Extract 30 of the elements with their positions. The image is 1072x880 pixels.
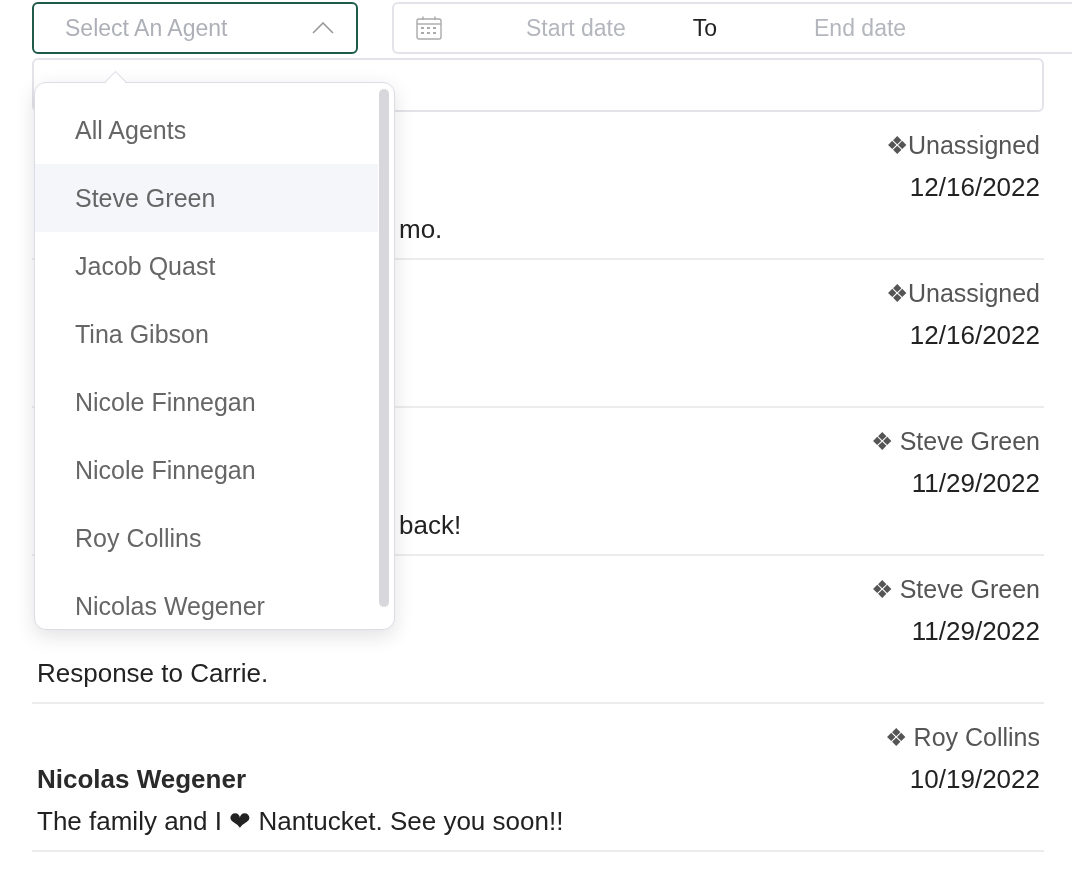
message-preview: mo. <box>399 213 443 246</box>
message-preview: The family and I ❤ Nantucket. See you soon!! <box>37 805 564 838</box>
agent-option[interactable]: Nicole Finnegan <box>35 436 378 504</box>
assigned-agent: ❖Unassigned <box>885 130 1040 161</box>
message-date: 12/16/2022 <box>909 319 1040 351</box>
start-date-placeholder: Start date <box>526 14 626 42</box>
agent-option[interactable]: Tina Gibson <box>35 300 378 368</box>
message-date: 11/29/2022 <box>911 615 1040 647</box>
message-date: 10/19/2022 <box>909 763 1040 795</box>
agent-option[interactable]: Nicolas Wegener <box>35 572 378 629</box>
message-preview: back! <box>399 509 462 542</box>
agent-option[interactable]: All Agents <box>35 96 378 164</box>
message-preview: Response to Carrie. <box>37 657 269 690</box>
agent-option[interactable]: Jacob Quast <box>35 232 378 300</box>
calendar-icon <box>416 16 442 40</box>
message-date: 11/29/2022 <box>911 467 1040 499</box>
assigned-agent: ❖ Roy Collins <box>884 722 1040 753</box>
assigned-agent: ❖ Steve Green <box>870 574 1040 605</box>
date-separator: To <box>692 14 718 42</box>
assigned-agent: ❖ Steve Green <box>870 426 1040 457</box>
agent-option[interactable]: Steve Green <box>35 164 378 232</box>
contact-name: Nicolas Wegener <box>37 763 247 795</box>
message-date: 12/16/2022 <box>909 171 1040 203</box>
scrollbar[interactable] <box>379 89 389 607</box>
agent-option[interactable]: Roy Collins <box>35 504 378 572</box>
agent-option[interactable]: Nicole Finnegan <box>35 368 378 436</box>
chevron-icon <box>312 22 334 34</box>
date-range-field[interactable]: Start date To End date <box>392 2 1072 54</box>
assigned-agent: ❖Unassigned <box>885 278 1040 309</box>
end-date-placeholder: End date <box>814 14 907 42</box>
